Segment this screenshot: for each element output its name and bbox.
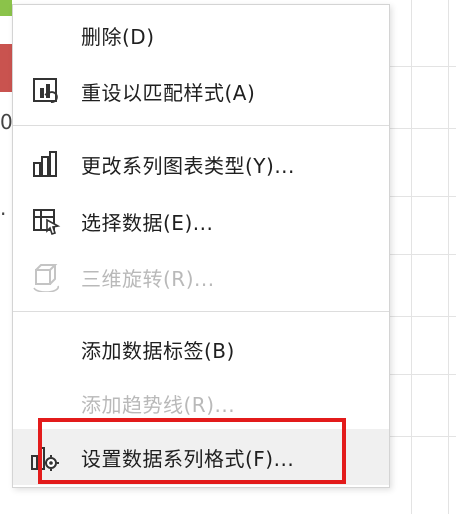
menu-item-label: 重设以匹配样式(A) [81, 80, 256, 105]
menu-item-change-chart-type[interactable]: 更改系列图表类型(Y)... [13, 136, 389, 192]
menu-separator [13, 311, 389, 312]
context-menu: 删除(D) 重设以匹配样式(A) 更改系列图表类型(Y)... 选择数据(E).… [12, 4, 390, 488]
grid-line [388, 254, 456, 255]
highlight-annotation-box [38, 418, 346, 484]
menu-item-add-data-labels[interactable]: 添加数据标签(B) [13, 321, 389, 377]
chart-swatch-green [0, 0, 12, 16]
menu-item-reset-style[interactable]: 重设以匹配样式(A) [13, 63, 389, 119]
screenshot-stage: 0 . 删除(D) 重设以匹配样式(A) 更改系列图表类型(Y)... 选择数据… [0, 0, 456, 514]
background-axis-fragment: 0 [0, 110, 13, 134]
reset-style-icon [31, 76, 61, 106]
bar-chart-icon [31, 149, 61, 179]
menu-item-3d-rotation[interactable]: 三维旋转(R)... [13, 249, 389, 305]
3d-rotate-icon [31, 262, 61, 293]
menu-item-label: 三维旋转(R)... [81, 266, 215, 291]
menu-item-select-data[interactable]: 选择数据(E)... [13, 193, 389, 249]
grid-line [388, 374, 456, 375]
menu-item-label: 删除(D) [81, 24, 155, 49]
grid-line [388, 316, 456, 317]
menu-separator [13, 125, 389, 126]
grid-line [388, 436, 456, 437]
menu-item-label: 添加趋势线(R)... [81, 392, 236, 417]
chart-swatch-red [0, 44, 12, 92]
menu-item-label: 添加数据标签(B) [81, 338, 235, 363]
grid-line [388, 196, 456, 197]
background-axis-fragment-2: . [0, 196, 7, 220]
grid-line [388, 66, 456, 67]
grid-line [388, 128, 456, 129]
select-data-icon [31, 206, 61, 236]
menu-item-label: 更改系列图表类型(Y)... [81, 153, 295, 178]
menu-item-label: 选择数据(E)... [81, 210, 214, 235]
menu-item-delete[interactable]: 删除(D) [13, 7, 389, 63]
